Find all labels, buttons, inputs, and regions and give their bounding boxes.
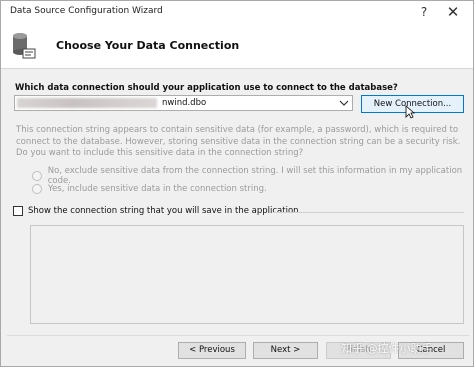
- help-button[interactable]: ?: [415, 4, 433, 20]
- group-divider: [273, 212, 464, 213]
- connection-string-textbox: [30, 225, 464, 324]
- connection-dropdown[interactable]: nwind.dbo: [14, 95, 353, 111]
- radio-include[interactable]: [32, 184, 42, 194]
- watermark: 知乎 @控件小助手: [341, 342, 433, 355]
- title-bar: Data Source Configuration Wizard ? ✕: [1, 1, 473, 23]
- radio-exclude[interactable]: [32, 171, 42, 181]
- connection-question: Which data connection should your applic…: [15, 83, 398, 93]
- radio-exclude-row[interactable]: No, exclude sensitive data from the conn…: [32, 166, 473, 186]
- footer-divider: [7, 335, 469, 336]
- page-title: Choose Your Data Connection: [56, 39, 240, 52]
- radio-exclude-label: No, exclude sensitive data from the conn…: [47, 166, 463, 186]
- show-connection-string-label: Show the connection string that you will…: [28, 206, 299, 216]
- wizard-header: Choose Your Data Connection: [1, 23, 473, 69]
- close-button[interactable]: ✕: [437, 2, 469, 22]
- previous-button[interactable]: < Previous: [178, 342, 246, 359]
- redacted-connection-prefix: [17, 98, 157, 108]
- wizard-window: Data Source Configuration Wizard ? ✕ Cho…: [0, 0, 474, 367]
- show-connection-string-row[interactable]: Show the connection string that you will…: [13, 206, 299, 216]
- show-connection-string-checkbox[interactable]: [13, 206, 23, 216]
- chevron-down-icon: [339, 100, 349, 106]
- radio-include-row[interactable]: Yes, include sensitive data in the conne…: [32, 184, 267, 194]
- radio-include-label: Yes, include sensitive data in the conne…: [48, 184, 267, 194]
- sensitive-data-description: This connection string appears to contai…: [16, 125, 461, 158]
- window-title: Data Source Configuration Wizard: [10, 6, 163, 16]
- mouse-cursor-icon: [405, 105, 415, 119]
- database-icon: [13, 33, 36, 59]
- next-button[interactable]: Next >: [253, 342, 318, 359]
- connection-dropdown-value: nwind.dbo: [162, 98, 207, 108]
